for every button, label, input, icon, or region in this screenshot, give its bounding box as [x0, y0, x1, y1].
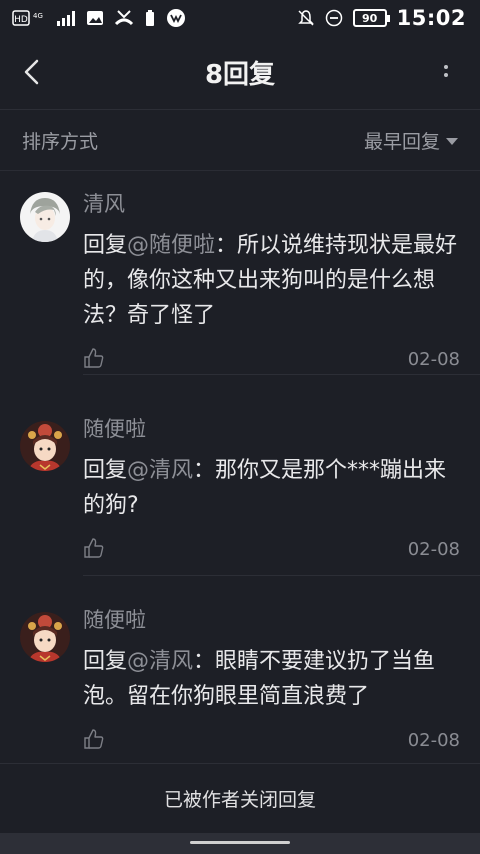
comment-text: 回复@清风：眼睛不要建议扔了当鱼泡。留在你狗眼里简直浪费了: [83, 649, 436, 709]
more-options-button[interactable]: [432, 56, 460, 90]
mention-link[interactable]: @清风: [127, 649, 193, 674]
avatar[interactable]: [20, 421, 70, 471]
page-title: 8回复: [204, 60, 276, 90]
more-vertical-icon: [444, 65, 448, 77]
comment-date: 02-08: [407, 538, 460, 560]
header: 8回复: [0, 36, 480, 110]
clock: 15:02: [396, 6, 466, 30]
replies-closed-text: 已被作者关闭回复: [163, 789, 316, 811]
comment-date: 02-08: [407, 348, 460, 370]
svg-text:HD: HD: [14, 15, 28, 25]
image-icon: [86, 10, 104, 26]
replies-closed-bar: 已被作者关闭回复: [0, 763, 480, 833]
comment-meta: 02-08: [83, 535, 460, 563]
thumbs-up-icon[interactable]: [83, 347, 107, 371]
caret-down-icon: [446, 138, 458, 145]
hd-icon: HD 4G: [12, 9, 46, 27]
sort-label: 排序方式: [22, 131, 99, 153]
battery-indicator: 90: [352, 9, 390, 27]
comment-item: 清风 回复@随便啦：所以说维持现状是最好的，像你这种又出来狗叫的是什么想法？奇了…: [0, 172, 480, 374]
status-bar: HD 4G 90 15:02: [0, 0, 480, 36]
comment-meta: 02-08: [83, 726, 460, 754]
app-notification-icon: [166, 8, 186, 28]
comment-username[interactable]: 清风: [83, 190, 460, 218]
battery-saver-icon: [144, 9, 156, 27]
comment-list: 清风 回复@随便啦：所以说维持现状是最好的，像你这种又出来狗叫的是什么想法？奇了…: [0, 172, 480, 764]
missed-call-icon: [114, 9, 134, 27]
comment-item: 随便啦 回复@清风：眼睛不要建议扔了当鱼泡。留在你狗眼里简直浪费了 02-08: [0, 576, 480, 764]
dnd-icon: [325, 9, 343, 27]
avatar[interactable]: [20, 612, 70, 662]
sort-dropdown[interactable]: 最早回复: [364, 127, 458, 154]
home-indicator[interactable]: [190, 841, 290, 844]
mention-link[interactable]: @随便啦: [127, 233, 215, 258]
comment-date: 02-08: [407, 729, 460, 751]
comment-meta: 02-08: [83, 345, 460, 373]
comment-username[interactable]: 随便啦: [83, 606, 460, 634]
mention-link[interactable]: @清风: [127, 458, 193, 483]
chevron-left-icon: [24, 59, 39, 85]
thumbs-up-icon[interactable]: [83, 537, 107, 561]
mute-icon: [297, 9, 315, 27]
signal-icon: [56, 10, 76, 26]
comment-text: 回复@随便啦：所以说维持现状是最好的，像你这种又出来狗叫的是什么想法？奇了怪了: [83, 233, 458, 328]
system-nav-bar: [0, 833, 480, 854]
back-button[interactable]: [12, 52, 52, 92]
sort-bar: 排序方式 最早回复: [0, 111, 480, 171]
comment-text: 回复@清风：那你又是那个***蹦出来的狗?: [83, 458, 447, 518]
sort-selected-value: 最早回复: [363, 131, 440, 153]
thumbs-up-icon[interactable]: [83, 728, 107, 752]
comment-item: 随便啦 回复@清风：那你又是那个***蹦出来的狗? 02-08: [0, 375, 480, 575]
svg-text:4G: 4G: [33, 12, 43, 20]
avatar[interactable]: [20, 192, 70, 242]
comment-username[interactable]: 随便啦: [83, 415, 460, 443]
